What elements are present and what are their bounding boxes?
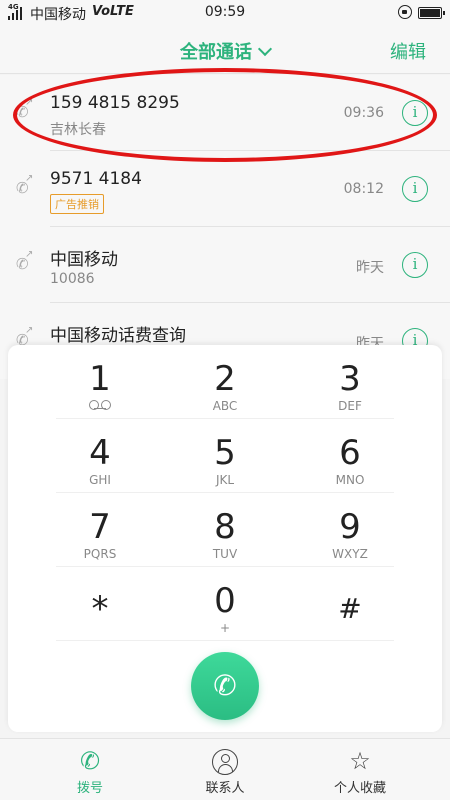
- key-letters: TUV: [212, 547, 238, 561]
- key-digit: 5: [214, 433, 236, 473]
- caller-number: 159 4815 8295: [50, 93, 180, 113]
- divider: [56, 640, 394, 641]
- rotation-lock-icon: [398, 5, 412, 19]
- dial-key-9[interactable]: 9 WXYZ: [295, 493, 405, 567]
- call-filter-dropdown[interactable]: 全部通话: [0, 38, 450, 64]
- dialpad-row: 7 PQRS 8 TUV 9 WXYZ: [8, 493, 442, 567]
- dial-key-hash[interactable]: #: [295, 567, 405, 641]
- dial-key-6[interactable]: 6 MNO: [295, 419, 405, 493]
- tab-favorites[interactable]: ☆ 个人收藏: [285, 739, 435, 800]
- caller-number: 10086: [50, 271, 95, 287]
- key-letters: MNO: [335, 473, 365, 487]
- key-digit: 1: [89, 359, 111, 399]
- key-digit: #: [338, 592, 362, 625]
- tab-contacts[interactable]: 联系人: [150, 739, 300, 800]
- key-letters: DEF: [338, 399, 362, 413]
- key-digit: 3: [339, 359, 361, 399]
- dial-key-2[interactable]: 2 ABC: [170, 345, 280, 419]
- dial-key-5[interactable]: 5 JKL: [170, 419, 280, 493]
- dial-key-7[interactable]: 7 PQRS: [45, 493, 155, 567]
- dial-pad: 1 2 ABC 3 DEF 4 GHI 5 JKL 6 MNO 7 PQRS 8…: [8, 345, 442, 732]
- key-letters: PQRS: [83, 547, 117, 561]
- tab-label: 拨号: [76, 781, 103, 796]
- phone-icon: ✆: [79, 747, 101, 775]
- call-time: 昨天: [356, 260, 384, 276]
- caller-name: 中国移动话费查询: [50, 326, 186, 346]
- call-log-item[interactable]: ✆ 159 4815 8295 吉林长春 09:36 i: [0, 75, 450, 151]
- outgoing-call-icon: ✆: [16, 249, 33, 273]
- caller-number: 9571 4184: [50, 169, 142, 189]
- dialpad-row: * 0 + #: [8, 567, 442, 641]
- outgoing-call-icon: ✆: [16, 173, 33, 197]
- voicemail-icon: [45, 399, 155, 413]
- chevron-down-icon: [257, 41, 273, 57]
- dial-key-0[interactable]: 0 +: [170, 567, 280, 641]
- info-icon[interactable]: i: [402, 252, 428, 278]
- dial-key-3[interactable]: 3 DEF: [295, 345, 405, 419]
- key-letters: GHI: [89, 473, 111, 487]
- star-icon: ☆: [349, 747, 371, 775]
- call-button[interactable]: ✆: [191, 652, 259, 720]
- call-log-item[interactable]: ✆ 中国移动 10086 昨天 i: [0, 227, 450, 303]
- call-log-item[interactable]: ✆ 9571 4184 广告推销 08:12 i: [0, 151, 450, 227]
- key-letters: JKL: [215, 473, 235, 487]
- dialpad-row: 4 GHI 5 JKL 6 MNO: [8, 419, 442, 493]
- key-digit: 7: [89, 507, 111, 547]
- key-digit: *: [91, 589, 109, 629]
- key-letters: WXYZ: [332, 547, 368, 561]
- dial-key-1[interactable]: 1: [45, 345, 155, 419]
- bottom-nav: ✆ 拨号 联系人 ☆ 个人收藏: [0, 738, 450, 800]
- contact-icon: [150, 745, 300, 777]
- key-letters: +: [219, 621, 231, 635]
- call-filter-label: 全部通话: [180, 42, 252, 63]
- caller-location: 吉林长春: [50, 122, 106, 138]
- tab-label: 联系人: [205, 781, 245, 796]
- dialpad-row: 1 2 ABC 3 DEF: [8, 345, 442, 419]
- dial-key-8[interactable]: 8 TUV: [170, 493, 280, 567]
- info-icon[interactable]: i: [402, 176, 428, 202]
- key-digit: 0: [214, 581, 236, 621]
- dial-key-star[interactable]: *: [45, 567, 155, 641]
- edit-button[interactable]: 编辑: [390, 38, 426, 64]
- outgoing-call-icon: ✆: [16, 97, 33, 121]
- status-bar: 4G 中国移动 VoLTE 09:59: [0, 0, 450, 26]
- phone-icon: ✆: [213, 669, 237, 702]
- key-digit: 2: [214, 359, 236, 399]
- spam-tag-badge: 广告推销: [50, 194, 104, 214]
- status-time: 09:59: [204, 4, 246, 20]
- key-digit: 8: [214, 507, 236, 547]
- call-time: 09:36: [343, 105, 384, 121]
- caller-name: 中国移动: [50, 250, 118, 270]
- tab-label: 个人收藏: [333, 781, 386, 796]
- header: 全部通话 编辑: [0, 26, 450, 74]
- battery-icon: [418, 7, 445, 19]
- key-digit: 9: [339, 507, 361, 547]
- key-digit: 4: [89, 433, 111, 473]
- dial-key-4[interactable]: 4 GHI: [45, 419, 155, 493]
- call-log-list: ✆ 159 4815 8295 吉林长春 09:36 i ✆ 9571 4184…: [0, 75, 450, 379]
- tab-dialer[interactable]: ✆ 拨号: [15, 739, 165, 800]
- info-icon[interactable]: i: [402, 100, 428, 126]
- key-digit: 6: [339, 433, 361, 473]
- key-letters: ABC: [212, 399, 238, 413]
- call-time: 08:12: [343, 181, 384, 197]
